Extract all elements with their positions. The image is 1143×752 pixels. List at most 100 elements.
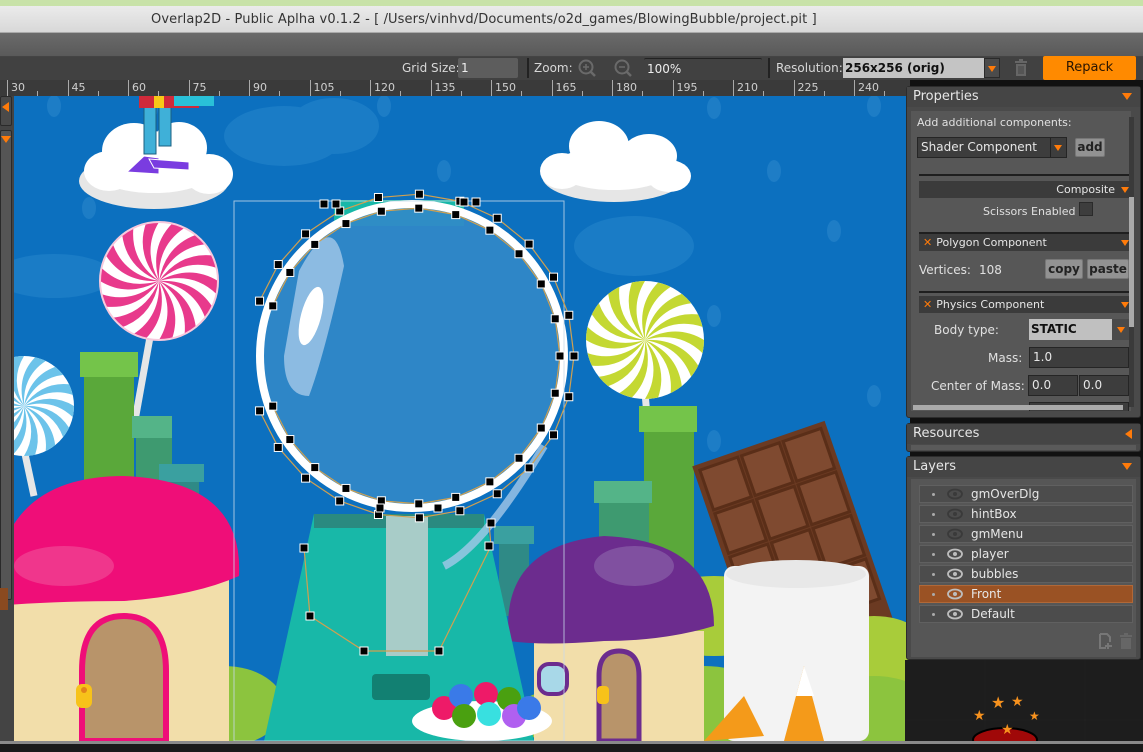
eye-icon[interactable] [947,588,963,600]
physics-component-header[interactable]: ✕ Physics Component [919,296,1131,313]
vertex-handle[interactable] [550,388,560,398]
scene-artwork[interactable] [14,96,910,741]
vertex-handle[interactable] [305,611,315,621]
eye-icon[interactable] [947,528,963,540]
chevron-left-icon[interactable] [1125,429,1132,439]
vertex-handle[interactable] [285,435,295,445]
repack-button[interactable]: Repack [1043,56,1136,80]
vertex-handle[interactable] [536,279,546,289]
layer-lock-dot[interactable] [932,573,935,576]
vertex-handle[interactable] [569,351,579,361]
layer-row[interactable]: gmMenu [919,525,1133,543]
vertex-handle[interactable] [414,499,424,509]
vertex-handle[interactable] [375,503,385,513]
eye-icon[interactable] [947,548,963,560]
vertex-handle[interactable] [301,229,311,239]
center-of-mass-y-input[interactable]: 0.0 [1079,375,1129,396]
vertical-scrollbar-track[interactable] [1129,117,1134,407]
zoom-value-field[interactable]: 100% [644,58,762,78]
vertex-handle[interactable] [564,310,574,320]
vertex-handle[interactable] [455,506,465,516]
vertex-handle[interactable] [268,301,278,311]
body-type-select[interactable]: STATIC [1029,319,1129,340]
layer-row[interactable]: player [919,545,1133,563]
copy-button[interactable]: copy [1045,259,1083,279]
vertex-handle[interactable] [359,646,369,656]
left-panel[interactable] [0,130,12,600]
horizontal-scrollbar[interactable] [913,405,1123,410]
left-panel-tab[interactable] [0,96,12,126]
trash-icon[interactable] [1014,59,1028,77]
vertex-handle[interactable] [299,543,309,553]
properties-header[interactable]: Properties [907,87,1140,107]
vertex-handle[interactable] [492,213,502,223]
vertex-handle[interactable] [564,392,574,402]
vertex-handle[interactable] [255,296,265,306]
grid-size-input[interactable]: 1 [458,58,518,78]
chevron-down-icon[interactable] [1122,93,1132,100]
vertex-handle[interactable] [434,646,444,656]
vertical-scrollbar-thumb[interactable] [1129,197,1134,327]
layer-lock-dot[interactable] [932,593,935,596]
scissors-checkbox[interactable] [1079,202,1093,216]
vertex-handle[interactable] [486,518,496,528]
scene-canvas[interactable] [14,96,910,741]
center-of-mass-x-input[interactable]: 0.0 [1028,375,1078,396]
vertex-handle[interactable] [335,496,345,506]
chevron-down-icon[interactable] [1122,463,1132,470]
vertex-handle[interactable] [433,503,443,513]
layer-row[interactable]: Front [919,585,1133,603]
vertex-handle[interactable] [414,513,424,523]
vertex-handle[interactable] [414,203,424,213]
resources-header[interactable]: Resources [907,424,1140,444]
vertex-handle[interactable] [459,197,469,207]
vertex-handle[interactable] [273,442,283,452]
vertex-handle[interactable] [331,199,341,209]
component-select[interactable]: Shader Component [917,137,1067,158]
add-layer-icon[interactable] [1099,633,1113,649]
add-component-button[interactable]: add [1075,138,1105,157]
vertex-handle[interactable] [341,219,351,229]
vertex-handle[interactable] [310,239,320,249]
layer-lock-dot[interactable] [932,553,935,556]
eye-icon[interactable] [947,608,963,620]
vertex-handle[interactable] [549,430,559,440]
layer-row[interactable]: hintBox [919,505,1133,523]
vertex-handle[interactable] [524,239,534,249]
resolution-dropdown-button[interactable] [984,58,1000,78]
vertex-handle[interactable] [451,210,461,220]
vertex-handle[interactable] [550,314,560,324]
mass-input[interactable]: 1.0 [1029,347,1129,368]
resolution-select[interactable]: 256x256 (orig) [843,58,984,78]
vertex-handle[interactable] [471,197,481,207]
layer-lock-dot[interactable] [932,533,935,536]
composite-header[interactable]: Composite [919,181,1131,198]
vertex-handle[interactable] [514,453,524,463]
eye-icon[interactable] [947,568,963,580]
vertex-handle[interactable] [485,225,495,235]
vertex-handle[interactable] [524,463,534,473]
vertex-handle[interactable] [555,351,565,361]
vertex-handle[interactable] [319,199,329,209]
vertex-handle[interactable] [484,541,494,551]
eye-icon[interactable] [947,508,963,520]
vertex-handle[interactable] [514,249,524,259]
eye-icon[interactable] [947,488,963,500]
vertex-handle[interactable] [301,473,311,483]
vertex-handle[interactable] [492,489,502,499]
layer-lock-dot[interactable] [932,613,935,616]
vertex-handle[interactable] [341,483,351,493]
layer-row[interactable]: gmOverDlg [919,485,1133,503]
vertex-handle[interactable] [255,406,265,416]
vertex-handle[interactable] [414,189,424,199]
paste-button[interactable]: paste [1087,259,1129,279]
vertex-handle[interactable] [451,492,461,502]
layers-header[interactable]: Layers [907,457,1140,477]
vertex-handle[interactable] [268,401,278,411]
zoom-out-icon[interactable] [613,58,633,78]
vertex-handle[interactable] [536,423,546,433]
zoom-in-icon[interactable] [577,58,597,78]
vertex-handle[interactable] [285,267,295,277]
vertex-handle[interactable] [549,272,559,282]
vertex-handle[interactable] [376,206,386,216]
